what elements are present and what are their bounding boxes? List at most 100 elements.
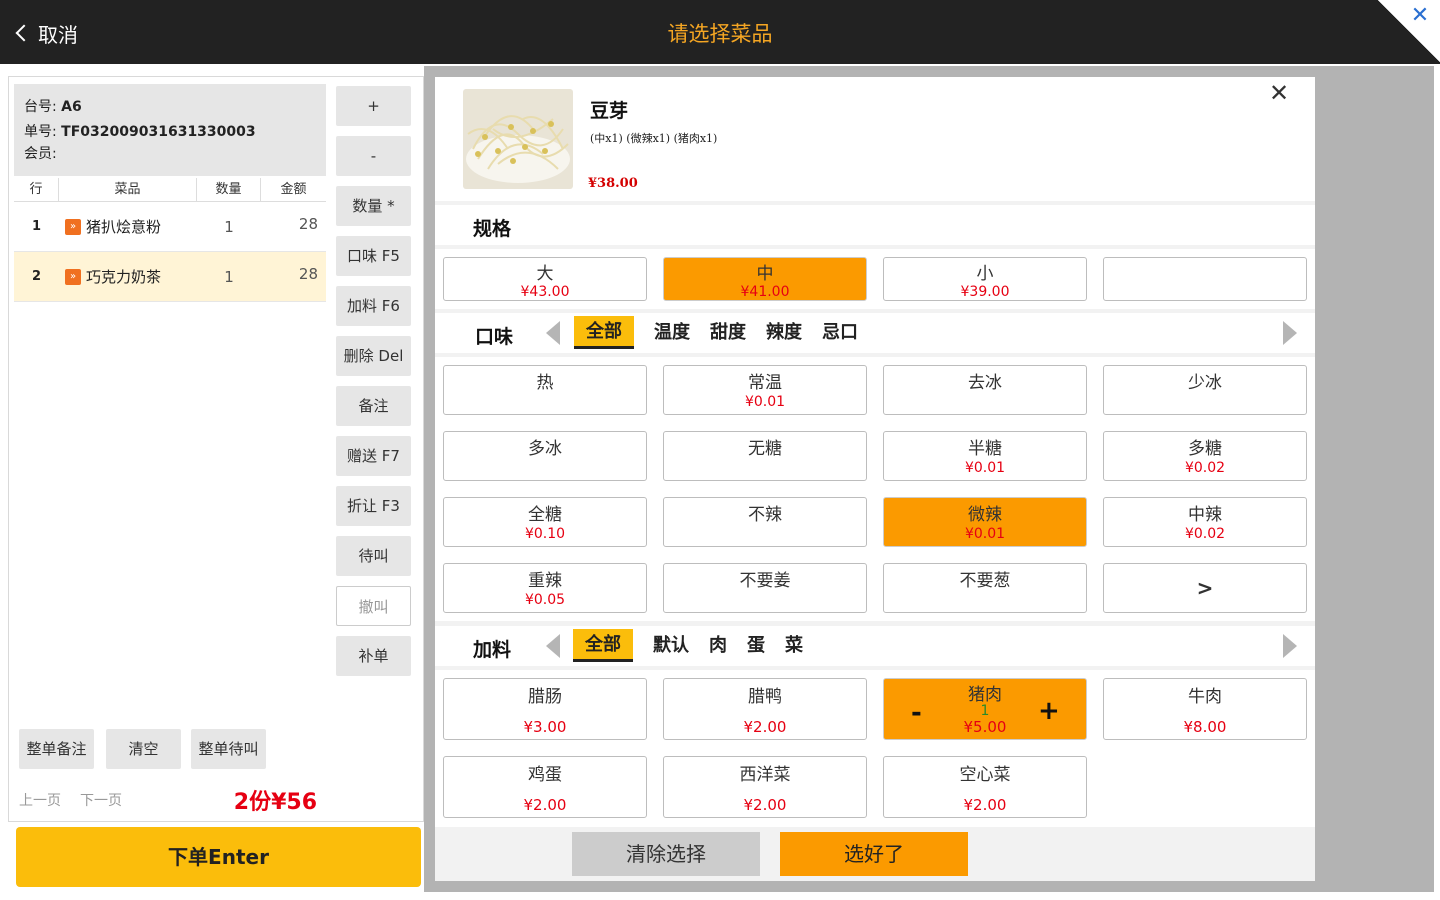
order-number: 单号: TF032009031631330003 [24,124,256,140]
spec-option[interactable]: 小 ¥39.00 [883,257,1087,301]
taste-option[interactable]: 中辣 ¥0.02 [1103,497,1307,547]
cancel-button[interactable]: 取消 [12,18,78,48]
taste-option[interactable]: 多糖 ¥0.02 [1103,431,1307,481]
decrease-button[interactable]: - [336,136,411,176]
addon-option[interactable]: 腊肠 ¥3.00 [443,678,647,740]
addon-tabs: 全部 默认 肉 蛋 菜 [573,629,823,662]
spec-title: 规格 [473,218,512,240]
addon-option[interactable]: 腊鸭 ¥2.00 [663,678,867,740]
addon-prev-arrow-icon[interactable] [546,634,560,658]
taste-option[interactable]: 无糖 [663,431,867,481]
addon-minus-button[interactable]: - [911,698,922,728]
taste-option[interactable]: 不要姜 [663,563,867,613]
taste-option[interactable]: 热 [443,365,647,415]
addon-next-arrow-icon[interactable] [1283,634,1297,658]
dish-price: ¥38.00 [588,176,638,191]
row-qty: 1 [224,217,234,236]
clear-order-button[interactable]: 清空 [106,729,181,769]
taste-option[interactable]: 多冰 [443,431,647,481]
next-page-link[interactable]: 下一页 [80,790,122,810]
col-header-amount: 金额 [280,182,307,197]
order-note-button[interactable]: 整单备注 [19,729,94,769]
spec-option[interactable]: 大 ¥43.00 [443,257,647,301]
top-bar [0,0,1440,64]
prev-page-link[interactable]: 上一页 [19,790,61,810]
taste-prev-arrow-icon[interactable] [546,321,560,345]
taste-tabs: 全部 温度 甜度 辣度 忌口 [574,316,878,349]
order-table: 行 菜品 数量 金额 1 » 猪扒烩意粉 1 28 2 » 巧克力奶茶 1 28 [14,178,326,302]
addon-option[interactable]: 西洋菜 ¥2.00 [663,756,867,818]
dish-name: 猪扒烩意粉 [86,218,162,236]
quantity-button[interactable]: 数量 * [336,186,411,226]
addon-header [435,626,1315,666]
dish-selection-summary: (中x1) (微辣x1) (猪肉x1) [590,132,718,145]
gift-button[interactable]: 赠送 F7 [336,436,411,476]
order-info: 台号: A6 单号: TF032009031631330003 会员: [14,84,326,176]
addon-title: 加料 [473,639,512,661]
taste-option[interactable]: 少冰 [1103,365,1307,415]
addon-option[interactable]: 鸡蛋 ¥2.00 [443,756,647,818]
taste-button[interactable]: 口味 F5 [336,236,411,276]
dish-name-title: 豆芽 [590,100,629,122]
add-order-button[interactable]: 补单 [336,636,411,676]
row-amount: 28 [298,264,318,283]
clear-selection-button[interactable]: 清除选择 [572,832,760,876]
col-header-row: 行 [14,178,59,201]
member: 会员: [24,146,57,162]
col-header-qty: 数量 [197,178,261,201]
row-amount: 28 [298,214,318,233]
taste-option[interactable]: 重辣 ¥0.05 [443,563,647,613]
col-header-dish: 菜品 [59,178,197,201]
taste-option[interactable]: 常温 ¥0.01 [663,365,867,415]
taste-option[interactable]: 不要葱 [883,563,1087,613]
spec-option[interactable]: 中 ¥41.00 [663,257,867,301]
table-header: 行 菜品 数量 金额 [14,178,326,202]
tab-taste-all[interactable]: 全部 [574,316,634,349]
close-icon[interactable]: ✕ [1406,2,1434,30]
tab-addon-default[interactable]: 默认 [653,631,689,661]
delete-button[interactable]: 删除 Del [336,336,411,376]
row-dish: » 巧克力奶茶 [59,266,197,287]
hold-button[interactable]: 待叫 [336,536,411,576]
double-chevron-icon: » [65,218,81,235]
tab-taste-sweetness[interactable]: 甜度 [710,318,746,348]
taste-next-arrow-icon[interactable] [1283,321,1297,345]
cancel-label: 取消 [38,22,78,47]
table-number: 台号: A6 [24,99,82,115]
spec-header [435,205,1315,245]
taste-title: 口味 [475,326,514,348]
taste-option[interactable]: 不辣 [663,497,867,547]
table-row[interactable]: 2 » 巧克力奶茶 1 28 [14,252,326,302]
row-number: 2 [31,269,42,284]
tab-addon-egg[interactable]: 蛋 [747,631,765,661]
close-icon[interactable]: ✕ [1266,80,1292,106]
addon-plus-button[interactable]: + [1038,696,1060,726]
taste-option[interactable]: 半糖 ¥0.01 [883,431,1087,481]
taste-option[interactable]: 去冰 [883,365,1087,415]
taste-option[interactable]: 全糖 ¥0.10 [443,497,647,547]
discount-button[interactable]: 折让 F3 [336,486,411,526]
tab-addon-all[interactable]: 全部 [573,629,633,662]
tab-taste-temperature[interactable]: 温度 [654,318,690,348]
table-row[interactable]: 1 » 猪扒烩意粉 1 28 [14,202,326,252]
note-button[interactable]: 备注 [336,386,411,426]
tab-taste-spiciness[interactable]: 辣度 [766,318,802,348]
spec-option[interactable] [1103,257,1307,301]
tab-taste-avoid[interactable]: 忌口 [822,318,858,348]
cancel-hold-button[interactable]: 撤叫 [336,586,411,626]
row-number: 1 [31,219,42,234]
increase-button[interactable]: + [336,86,411,126]
submit-order-button[interactable]: 下单Enter [16,827,421,887]
dish-name: 巧克力奶茶 [86,268,162,286]
addon-button[interactable]: 加料 F6 [336,286,411,326]
order-total: 2份¥56 [233,790,317,815]
confirm-selection-button[interactable]: 选好了 [780,832,968,876]
tab-addon-vegetable[interactable]: 菜 [785,631,803,661]
tab-addon-meat[interactable]: 肉 [709,631,727,661]
addon-option[interactable]: 牛肉 ¥8.00 [1103,678,1307,740]
taste-more-button[interactable]: > [1103,563,1307,613]
taste-option[interactable]: 微辣 ¥0.01 [883,497,1087,547]
order-hold-button[interactable]: 整单待叫 [191,729,266,769]
addon-option[interactable]: 空心菜 ¥2.00 [883,756,1087,818]
chevron-left-icon [15,24,33,42]
